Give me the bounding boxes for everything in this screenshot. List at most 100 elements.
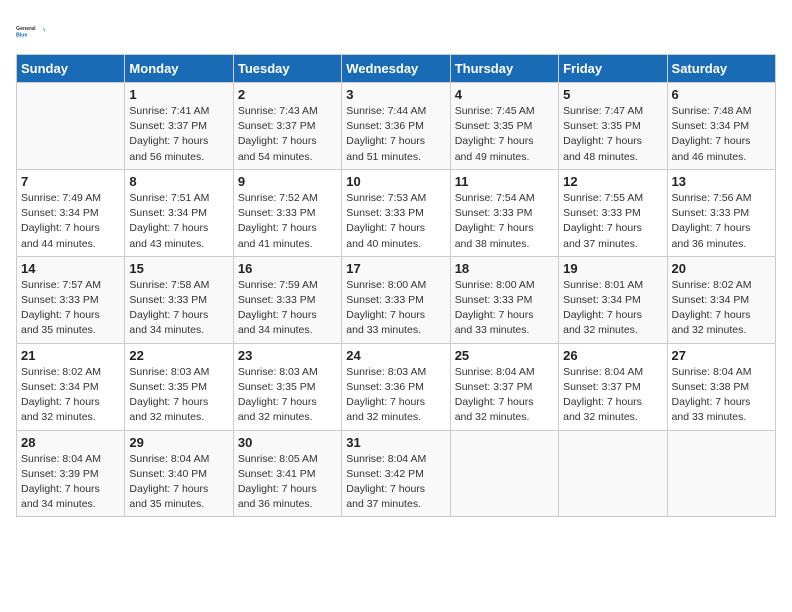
day-info: Sunrise: 7:58 AM Sunset: 3:33 PM Dayligh… [129,278,228,339]
calendar-table: SundayMondayTuesdayWednesdayThursdayFrid… [16,54,776,517]
calendar-cell: 4 Sunrise: 7:45 AM Sunset: 3:35 PM Daylig… [450,83,558,170]
day-number: 17 [346,261,445,276]
calendar-week-row: 1Sunrise: 7:41 AM Sunset: 3:37 PM Daylig… [17,83,776,170]
svg-text:Blue: Blue [16,32,27,38]
day-info: Sunrise: 7:52 AM Sunset: 3:33 PM Dayligh… [238,191,337,252]
calendar-cell: 30 Sunrise: 8:05 AM Sunset: 3:41 PM Dayli… [233,430,341,517]
day-number: 19 [563,261,662,276]
day-number: 28 [21,435,120,450]
day-info: Sunrise: 8:00 AM Sunset: 3:33 PM Dayligh… [346,278,445,339]
calendar-cell: 10 Sunrise: 7:53 AM Sunset: 3:33 PM Dayli… [342,169,450,256]
day-number: 20 [672,261,771,276]
calendar-cell: 28 Sunrise: 8:04 AM Sunset: 3:39 PM Dayli… [17,430,125,517]
day-info: Sunrise: 7:47 AM Sunset: 3:35 PM Dayligh… [563,104,662,165]
day-info: Sunrise: 8:04 AM Sunset: 3:39 PM Dayligh… [21,452,120,513]
calendar-cell: 29 Sunrise: 8:04 AM Sunset: 3:40 PM Dayli… [125,430,233,517]
day-number: 13 [672,174,771,189]
calendar-cell [450,430,558,517]
day-info: Sunrise: 7:54 AM Sunset: 3:33 PM Dayligh… [455,191,554,252]
calendar-week-row: 21 Sunrise: 8:02 AM Sunset: 3:34 PM Dayli… [17,343,776,430]
calendar-cell: 3 Sunrise: 7:44 AM Sunset: 3:36 PM Daylig… [342,83,450,170]
calendar-cell [667,430,775,517]
day-number: 22 [129,348,228,363]
day-number: 9 [238,174,337,189]
calendar-cell: 2 Sunrise: 7:43 AM Sunset: 3:37 PM Daylig… [233,83,341,170]
day-info: Sunrise: 8:02 AM Sunset: 3:34 PM Dayligh… [672,278,771,339]
day-info: Sunrise: 7:59 AM Sunset: 3:33 PM Dayligh… [238,278,337,339]
day-info: Sunrise: 8:04 AM Sunset: 3:37 PM Dayligh… [455,365,554,426]
day-info: Sunrise: 8:04 AM Sunset: 3:38 PM Dayligh… [672,365,771,426]
day-number: 4 [455,87,554,102]
day-number: 5 [563,87,662,102]
calendar-cell: 8Sunrise: 7:51 AM Sunset: 3:34 PM Daylig… [125,169,233,256]
day-of-week-header: Sunday [17,55,125,83]
calendar-cell: 22Sunrise: 8:03 AM Sunset: 3:35 PM Dayli… [125,343,233,430]
day-info: Sunrise: 7:55 AM Sunset: 3:33 PM Dayligh… [563,191,662,252]
day-info: Sunrise: 8:01 AM Sunset: 3:34 PM Dayligh… [563,278,662,339]
calendar-cell: 14 Sunrise: 7:57 AM Sunset: 3:33 PM Dayli… [17,256,125,343]
calendar-week-row: 28 Sunrise: 8:04 AM Sunset: 3:39 PM Dayli… [17,430,776,517]
day-info: Sunrise: 7:53 AM Sunset: 3:33 PM Dayligh… [346,191,445,252]
day-number: 14 [21,261,120,276]
calendar-cell [17,83,125,170]
calendar-cell: 23 Sunrise: 8:03 AM Sunset: 3:35 PM Dayli… [233,343,341,430]
day-number: 16 [238,261,337,276]
calendar-cell [559,430,667,517]
day-number: 30 [238,435,337,450]
day-of-week-header: Tuesday [233,55,341,83]
day-number: 6 [672,87,771,102]
calendar-cell: 5 Sunrise: 7:47 AM Sunset: 3:35 PM Daylig… [559,83,667,170]
calendar-cell: 12 Sunrise: 7:55 AM Sunset: 3:33 PM Dayli… [559,169,667,256]
day-number: 24 [346,348,445,363]
day-of-week-header: Monday [125,55,233,83]
day-info: Sunrise: 7:43 AM Sunset: 3:37 PM Dayligh… [238,104,337,165]
calendar-week-row: 14 Sunrise: 7:57 AM Sunset: 3:33 PM Dayli… [17,256,776,343]
day-info: Sunrise: 7:57 AM Sunset: 3:33 PM Dayligh… [21,278,120,339]
day-number: 1 [129,87,228,102]
day-info: Sunrise: 7:48 AM Sunset: 3:34 PM Dayligh… [672,104,771,165]
day-number: 21 [21,348,120,363]
day-number: 23 [238,348,337,363]
day-info: Sunrise: 8:00 AM Sunset: 3:33 PM Dayligh… [455,278,554,339]
calendar-week-row: 7Sunrise: 7:49 AM Sunset: 3:34 PM Daylig… [17,169,776,256]
day-info: Sunrise: 8:04 AM Sunset: 3:40 PM Dayligh… [129,452,228,513]
day-number: 3 [346,87,445,102]
day-info: Sunrise: 7:45 AM Sunset: 3:35 PM Dayligh… [455,104,554,165]
calendar-cell: 24Sunrise: 8:03 AM Sunset: 3:36 PM Dayli… [342,343,450,430]
calendar-cell: 11 Sunrise: 7:54 AM Sunset: 3:33 PM Dayli… [450,169,558,256]
day-info: Sunrise: 8:02 AM Sunset: 3:34 PM Dayligh… [21,365,120,426]
day-info: Sunrise: 8:05 AM Sunset: 3:41 PM Dayligh… [238,452,337,513]
day-number: 29 [129,435,228,450]
day-info: Sunrise: 7:44 AM Sunset: 3:36 PM Dayligh… [346,104,445,165]
day-of-week-header: Wednesday [342,55,450,83]
calendar-cell: 13 Sunrise: 7:56 AM Sunset: 3:33 PM Dayli… [667,169,775,256]
calendar-cell: 7Sunrise: 7:49 AM Sunset: 3:34 PM Daylig… [17,169,125,256]
day-number: 8 [129,174,228,189]
calendar-cell: 25 Sunrise: 8:04 AM Sunset: 3:37 PM Dayli… [450,343,558,430]
calendar-cell: 6 Sunrise: 7:48 AM Sunset: 3:34 PM Daylig… [667,83,775,170]
day-number: 25 [455,348,554,363]
day-number: 11 [455,174,554,189]
day-number: 18 [455,261,554,276]
day-info: Sunrise: 7:56 AM Sunset: 3:33 PM Dayligh… [672,191,771,252]
day-of-week-header: Friday [559,55,667,83]
day-number: 7 [21,174,120,189]
calendar-cell: 20 Sunrise: 8:02 AM Sunset: 3:34 PM Dayli… [667,256,775,343]
calendar-cell: 27 Sunrise: 8:04 AM Sunset: 3:38 PM Dayli… [667,343,775,430]
day-number: 31 [346,435,445,450]
day-number: 2 [238,87,337,102]
svg-text:General: General [16,26,36,32]
day-number: 10 [346,174,445,189]
day-info: Sunrise: 8:04 AM Sunset: 3:37 PM Dayligh… [563,365,662,426]
calendar-cell: 16 Sunrise: 7:59 AM Sunset: 3:33 PM Dayli… [233,256,341,343]
day-of-week-header: Saturday [667,55,775,83]
day-number: 26 [563,348,662,363]
calendar-cell: 15Sunrise: 7:58 AM Sunset: 3:33 PM Dayli… [125,256,233,343]
day-number: 12 [563,174,662,189]
calendar-cell: 18 Sunrise: 8:00 AM Sunset: 3:33 PM Dayli… [450,256,558,343]
day-of-week-header: Thursday [450,55,558,83]
day-number: 27 [672,348,771,363]
logo-icon: General Blue [16,16,46,46]
day-info: Sunrise: 8:03 AM Sunset: 3:35 PM Dayligh… [238,365,337,426]
calendar-cell: 17 Sunrise: 8:00 AM Sunset: 3:33 PM Dayli… [342,256,450,343]
